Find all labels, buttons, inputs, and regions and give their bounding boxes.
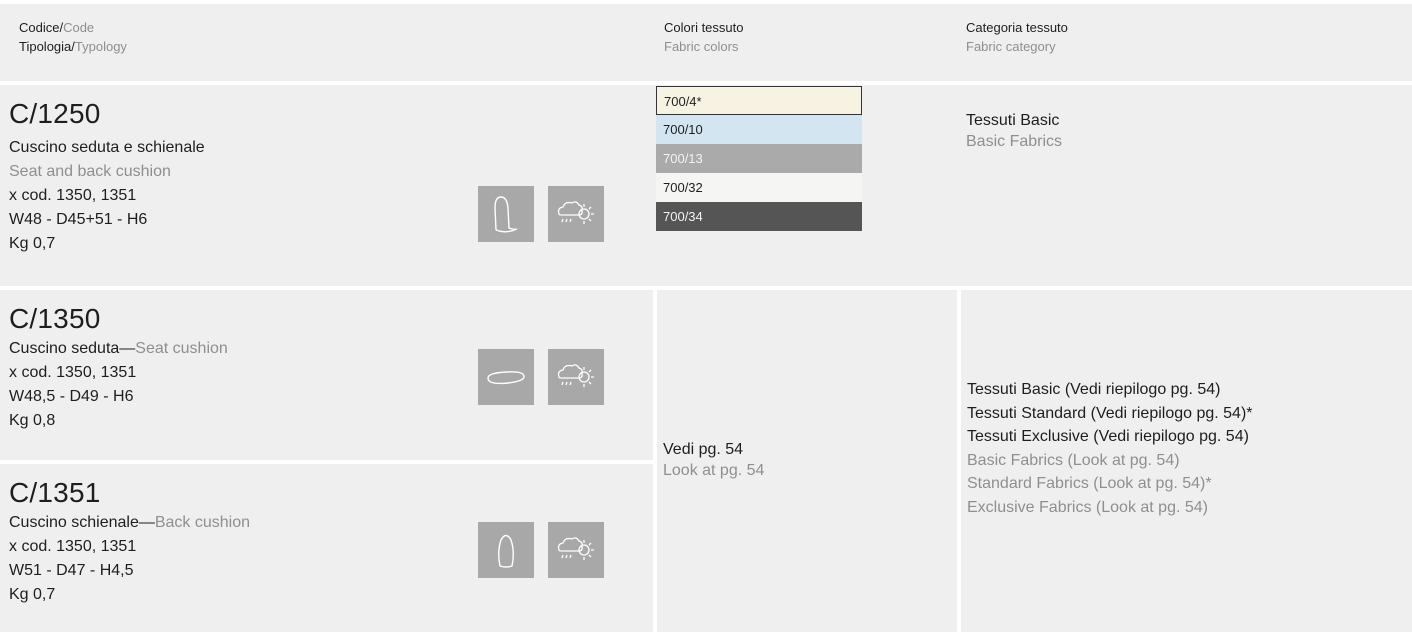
seat-cushion-icon bbox=[478, 349, 534, 405]
product-name-en: Seat and back cushion bbox=[9, 163, 171, 180]
row-c1250-category: Tessuti Basic Basic Fabrics bbox=[966, 110, 1062, 152]
see-page-it: Vedi pg. 54 bbox=[663, 441, 744, 458]
column-header-colors: Colori tessuto Fabric colors bbox=[664, 18, 743, 56]
weather-resistant-icon bbox=[548, 522, 604, 578]
fabric-swatch: 700/10 bbox=[656, 115, 862, 144]
header-typology-it: Tipologia/ bbox=[19, 39, 75, 54]
category-item-it: Tessuti Standard (Vedi riepilogo pg. 54)… bbox=[967, 404, 1253, 422]
product-compat: x cod. 1350, 1351 bbox=[9, 364, 137, 381]
weather-resistant-icon bbox=[548, 186, 604, 242]
category-item-it: Tessuti Basic (Vedi riepilogo pg. 54) bbox=[967, 381, 1221, 398]
product-compat: x cod. 1350, 1351 bbox=[9, 538, 137, 555]
product-name-line: Cuscino schienale—Back cushion bbox=[9, 512, 250, 534]
header-code-en: Code bbox=[63, 20, 95, 35]
category-it: Tessuti Basic bbox=[966, 112, 1060, 129]
product-code: C/1250 bbox=[9, 98, 101, 129]
header-category-it: Categoria tessuto bbox=[966, 20, 1068, 35]
column-header-code: Codice/Code Tipologia/Typology bbox=[19, 18, 127, 56]
product-dims: W51 - D47 - H4,5 bbox=[9, 562, 134, 579]
fabric-swatch: 700/34 bbox=[656, 202, 862, 231]
product-name-it: Cuscino schienale bbox=[9, 514, 139, 531]
shared-category-list: Tessuti Basic (Vedi riepilogo pg. 54) Te… bbox=[967, 378, 1253, 519]
product-weight: Kg 0,7 bbox=[9, 586, 56, 603]
product-code: C/1351 bbox=[9, 477, 101, 508]
fabric-swatch: 700/13 bbox=[656, 144, 862, 173]
product-dims: W48 - D45+51 - H6 bbox=[9, 211, 148, 228]
header-typology-en: Typology bbox=[74, 39, 127, 54]
shared-colors-note: Vedi pg. 54 Look at pg. 54 bbox=[663, 439, 764, 481]
header-code-it: Codice/ bbox=[19, 20, 64, 35]
header-colors-it: Colori tessuto bbox=[664, 20, 744, 35]
category-en: Basic Fabrics bbox=[966, 133, 1063, 150]
category-item-en: Basic Fabrics (Look at pg. 54) bbox=[967, 451, 1180, 469]
product-weight: Kg 0,8 bbox=[9, 412, 56, 429]
category-item-it: Tessuti Exclusive (Vedi riepilogo pg. 54… bbox=[967, 428, 1249, 445]
see-page-en: Look at pg. 54 bbox=[663, 462, 765, 479]
header-colors-en: Fabric colors bbox=[664, 39, 739, 54]
name-separator: — bbox=[119, 340, 136, 357]
product-c1250: C/1250 Cuscino seduta e schienale Seat a… bbox=[9, 99, 205, 255]
category-item-en: Exclusive Fabrics (Look at pg. 54) bbox=[967, 498, 1208, 516]
product-compat: x cod. 1350, 1351 bbox=[9, 187, 137, 204]
product-c1351: C/1351 Cuscino schienale—Back cushion x … bbox=[9, 478, 250, 606]
column-header-category: Categoria tessuto Fabric category bbox=[966, 18, 1068, 56]
name-separator: — bbox=[138, 514, 155, 531]
product-name-en: Seat cushion bbox=[135, 340, 228, 357]
fabric-swatch: 700/4* bbox=[656, 86, 862, 115]
fabric-swatch: 700/32 bbox=[656, 173, 862, 202]
category-item-en: Standard Fabrics (Look at pg. 54)* bbox=[967, 475, 1212, 492]
seat-and-back-cushion-icon bbox=[478, 186, 534, 242]
weather-resistant-icon bbox=[548, 349, 604, 405]
product-name-line: Cuscino seduta—Seat cushion bbox=[9, 338, 228, 360]
product-weight: Kg 0,7 bbox=[9, 235, 56, 252]
header-category-en: Fabric category bbox=[966, 39, 1056, 54]
product-c1350: C/1350 Cuscino seduta—Seat cushion x cod… bbox=[9, 304, 228, 432]
product-name-en: Back cushion bbox=[154, 514, 251, 531]
product-name-it: Cuscino seduta bbox=[9, 340, 120, 357]
product-code: C/1350 bbox=[9, 303, 101, 334]
back-cushion-icon bbox=[478, 522, 534, 578]
product-name-it: Cuscino seduta e schienale bbox=[9, 139, 205, 156]
product-dims: W48,5 - D49 - H6 bbox=[9, 388, 134, 405]
